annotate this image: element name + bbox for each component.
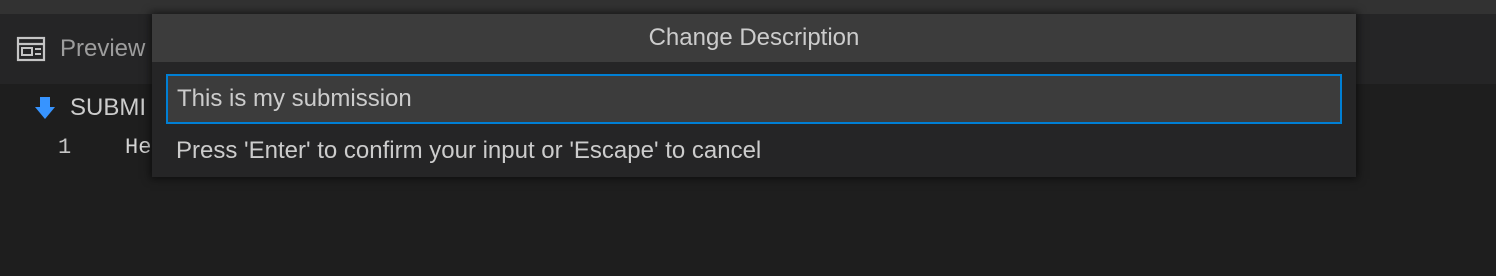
description-input[interactable] xyxy=(168,76,1340,122)
tab-preview[interactable]: Preview xyxy=(0,14,170,84)
quick-input-message: Press 'Enter' to confirm your input or '… xyxy=(176,137,762,164)
title-strip xyxy=(0,0,1496,14)
arrow-down-icon xyxy=(34,96,56,120)
editor-window: Preview SUBMI 1 He Change Description Pr… xyxy=(0,0,1496,276)
preview-icon xyxy=(16,36,46,62)
tab-label: Preview xyxy=(60,35,146,62)
line-number: 1 xyxy=(58,134,72,160)
quick-input-box[interactable] xyxy=(166,74,1342,124)
submit-section-label: SUBMI xyxy=(70,94,147,121)
submit-section-header[interactable]: SUBMI xyxy=(34,94,146,122)
line-text: He xyxy=(125,134,152,160)
quick-input-title: Change Description xyxy=(152,14,1356,62)
quick-input-widget: Change Description Press 'Enter' to conf… xyxy=(152,14,1356,177)
